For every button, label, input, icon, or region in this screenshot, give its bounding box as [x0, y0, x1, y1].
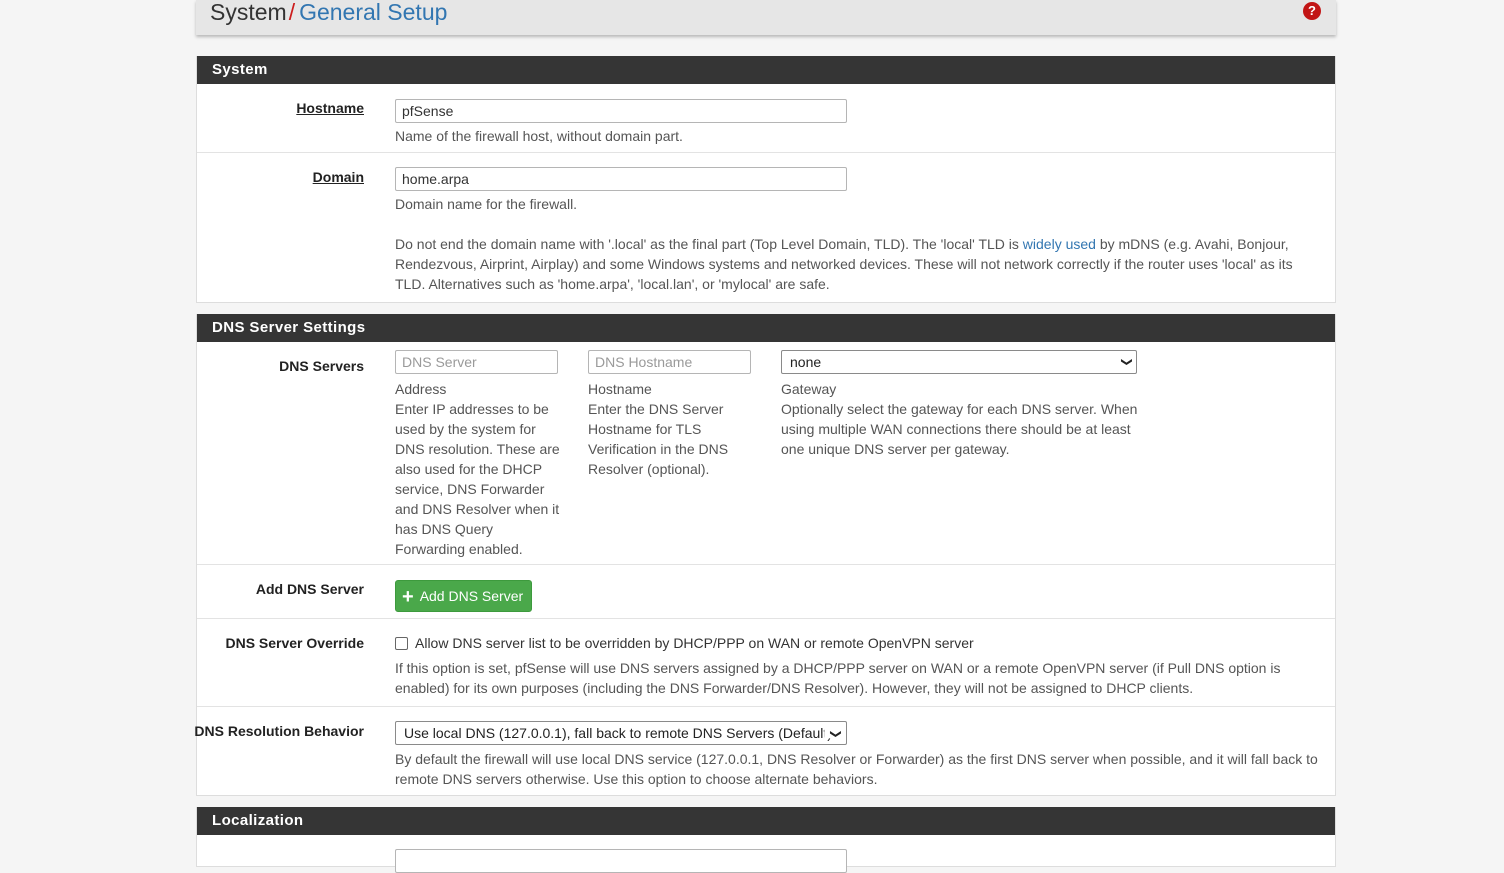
domain-input[interactable]	[395, 167, 847, 191]
dns-resolution-row: DNS Resolution Behavior Use local DNS (1…	[194, 707, 1335, 796]
plus-icon: +	[402, 586, 414, 608]
dns-address-group: Address Enter IP addresses to be used by…	[395, 350, 560, 559]
dns-panel: DNS Server Settings DNS Servers Address …	[194, 314, 1336, 796]
gateway-select-value: none	[790, 354, 822, 370]
domain-note: Do not end the domain name with '.local'…	[395, 234, 1325, 294]
dns-override-checkbox[interactable]	[395, 637, 408, 650]
dns-override-checkbox-label[interactable]: Allow DNS server list to be overridden b…	[415, 635, 974, 651]
localization-panel-title: Localization	[197, 807, 1335, 835]
hostname-help: Name of the firewall host, without domai…	[395, 128, 683, 144]
chevron-down-icon: ❯	[1120, 357, 1133, 367]
domain-help: Domain name for the firewall.	[395, 196, 578, 212]
breadcrumb-trail: System/General Setup	[210, 0, 447, 27]
question-circle-icon[interactable]: ?	[1303, 2, 1321, 20]
breadcrumb-current[interactable]: General Setup	[299, 0, 447, 25]
dns-resolution-select[interactable]: Use local DNS (127.0.0.1), fall back to …	[395, 721, 847, 745]
dns-hostname-input[interactable]	[588, 350, 751, 374]
add-dns-server-button[interactable]: + Add DNS Server	[395, 580, 533, 612]
dns-gateway-help: Optionally select the gateway for each D…	[781, 401, 1138, 457]
main-container: System/General Setup ? System Hostname N…	[194, 0, 1336, 873]
domain-note-text: Do not end the domain name with '.local'…	[395, 236, 1023, 252]
widely-used-link[interactable]: widely used	[1023, 236, 1096, 252]
dns-servers-label: DNS Servers	[279, 358, 364, 374]
dns-server-input[interactable]	[395, 350, 558, 374]
add-dns-server-button-label: Add DNS Server	[419, 588, 524, 604]
dns-resolution-select-value: Use local DNS (127.0.0.1), fall back to …	[404, 725, 832, 741]
dns-gateway-group: none ❯ Gateway Optionally select the gat…	[781, 350, 1139, 459]
domain-label[interactable]: Domain	[313, 169, 364, 185]
dns-resolution-label: DNS Resolution Behavior	[194, 723, 364, 739]
dns-gateway-title: Gateway	[781, 381, 837, 397]
domain-row: Domain Domain name for the firewall. Do …	[197, 153, 1335, 302]
breadcrumb-root[interactable]: System	[210, 0, 287, 25]
breadcrumb: System/General Setup ?	[196, 0, 1336, 35]
breadcrumb-separator: /	[288, 0, 296, 25]
hostname-input[interactable]	[395, 99, 847, 123]
system-panel: System Hostname Name of the firewall hos…	[196, 56, 1336, 303]
add-dns-label: Add DNS Server	[255, 581, 364, 597]
add-dns-row: Add DNS Server + Add DNS Server	[197, 565, 1335, 619]
dns-hostname-title: Hostname	[588, 381, 652, 397]
dns-address-help: Enter IP addresses to be used by the sys…	[395, 401, 560, 557]
hostname-label[interactable]: Hostname	[296, 100, 364, 116]
dns-override-help: If this option is set, pfSense will use …	[395, 660, 1281, 696]
dns-hostname-group: Hostname Enter the DNS Server Hostname f…	[588, 350, 753, 479]
dns-resolution-help: By default the firewall will use local D…	[395, 751, 1318, 787]
dns-override-label: DNS Server Override	[225, 635, 364, 651]
localization-panel: Localization	[196, 807, 1336, 873]
dns-address-title: Address	[395, 381, 447, 397]
dns-panel-title: DNS Server Settings	[197, 314, 1335, 342]
chevron-down-icon: ❯	[824, 727, 846, 739]
dns-servers-row: DNS Servers Address Enter IP addresses t…	[197, 342, 1335, 565]
dns-hostname-help: Enter the DNS Server Hostname for TLS Ve…	[588, 401, 729, 477]
dns-override-option[interactable]: Allow DNS server list to be overridden b…	[395, 633, 1330, 653]
hostname-row: Hostname Name of the firewall host, with…	[197, 84, 1335, 153]
dns-override-row: DNS Server Override Allow DNS server lis…	[197, 619, 1335, 707]
system-panel-title: System	[197, 56, 1335, 84]
gateway-select[interactable]: none ❯	[781, 350, 1137, 374]
